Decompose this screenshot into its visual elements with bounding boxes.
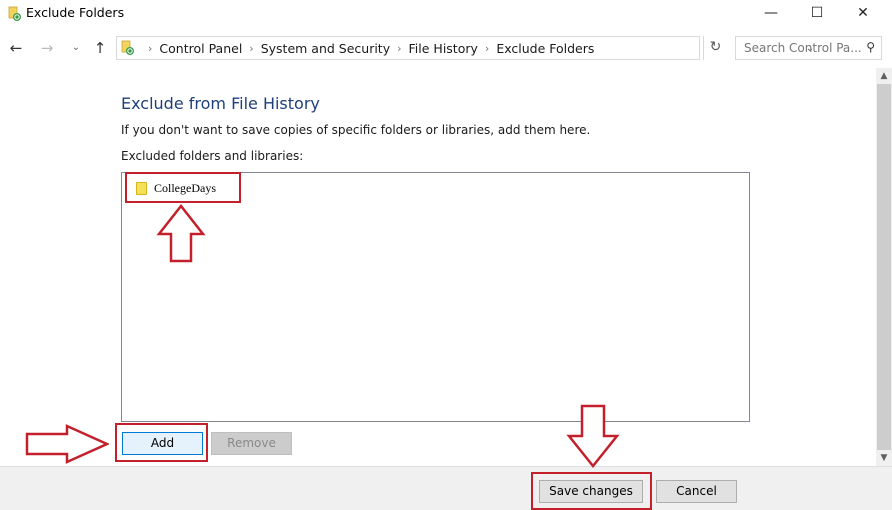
folder-icon [136, 181, 147, 195]
page-title: Exclude from File History [121, 94, 320, 113]
excluded-folders-list[interactable]: CollegeDays [121, 172, 750, 422]
excluded-list-label: Excluded folders and libraries: [121, 149, 304, 163]
main-content: Exclude from File History If you don't w… [0, 66, 876, 466]
scroll-up-icon[interactable]: ▲ [876, 68, 892, 84]
search-placeholder: Search Control Pa... [744, 41, 862, 55]
breadcrumb-control-panel[interactable]: Control Panel [159, 41, 242, 56]
address-bar[interactable]: › Control Panel › System and Security › … [116, 36, 814, 60]
close-button[interactable]: ✕ [840, 0, 886, 28]
refresh-button[interactable]: ↻ [703, 36, 727, 60]
breadcrumb-separator[interactable]: › [249, 42, 253, 55]
scroll-thumb[interactable] [877, 84, 891, 450]
recent-locations-button[interactable]: ⌄ [65, 36, 87, 60]
remove-button[interactable]: Remove [211, 432, 292, 455]
add-button[interactable]: Add [122, 432, 203, 455]
footer-bar: Save changes Cancel [0, 466, 892, 510]
search-icon[interactable]: ⚲ [866, 40, 875, 54]
back-button[interactable]: ← [5, 36, 27, 60]
search-input[interactable]: Search Control Pa... ⚲ [735, 36, 882, 60]
breadcrumb-exclude-folders[interactable]: Exclude Folders [496, 41, 594, 56]
maximize-button[interactable]: ☐ [794, 0, 840, 28]
title-bar: Exclude Folders — ☐ ✕ [0, 0, 892, 28]
navigation-bar: ← → ⌄ ↑ › Control Panel › System and Sec… [0, 34, 892, 62]
file-history-icon [8, 6, 21, 21]
cancel-button[interactable]: Cancel [656, 480, 737, 503]
breadcrumb-separator[interactable]: › [485, 42, 489, 55]
up-button[interactable]: ↑ [89, 36, 111, 60]
breadcrumb-separator[interactable]: › [397, 42, 401, 55]
breadcrumb-system-and-security[interactable]: System and Security [261, 41, 390, 56]
window-title: Exclude Folders [26, 5, 125, 20]
breadcrumb-file-history[interactable]: File History [409, 41, 478, 56]
minimize-button[interactable]: — [748, 0, 794, 28]
list-item[interactable]: CollegeDays [136, 180, 216, 196]
breadcrumb: › Control Panel › System and Security › … [141, 37, 594, 59]
exclude-folders-window: Exclude Folders — ☐ ✕ ← → ⌄ ↑ › Control … [0, 0, 892, 510]
breadcrumb-separator[interactable]: › [148, 42, 152, 55]
list-item-label: CollegeDays [154, 180, 216, 195]
save-changes-button[interactable]: Save changes [539, 480, 643, 503]
scroll-down-icon[interactable]: ▼ [876, 450, 892, 466]
forward-button[interactable]: → [36, 36, 58, 60]
page-description: If you don't want to save copies of spec… [121, 123, 591, 137]
control-panel-icon [121, 40, 134, 55]
vertical-scrollbar[interactable]: ▲ ▼ [876, 68, 892, 466]
